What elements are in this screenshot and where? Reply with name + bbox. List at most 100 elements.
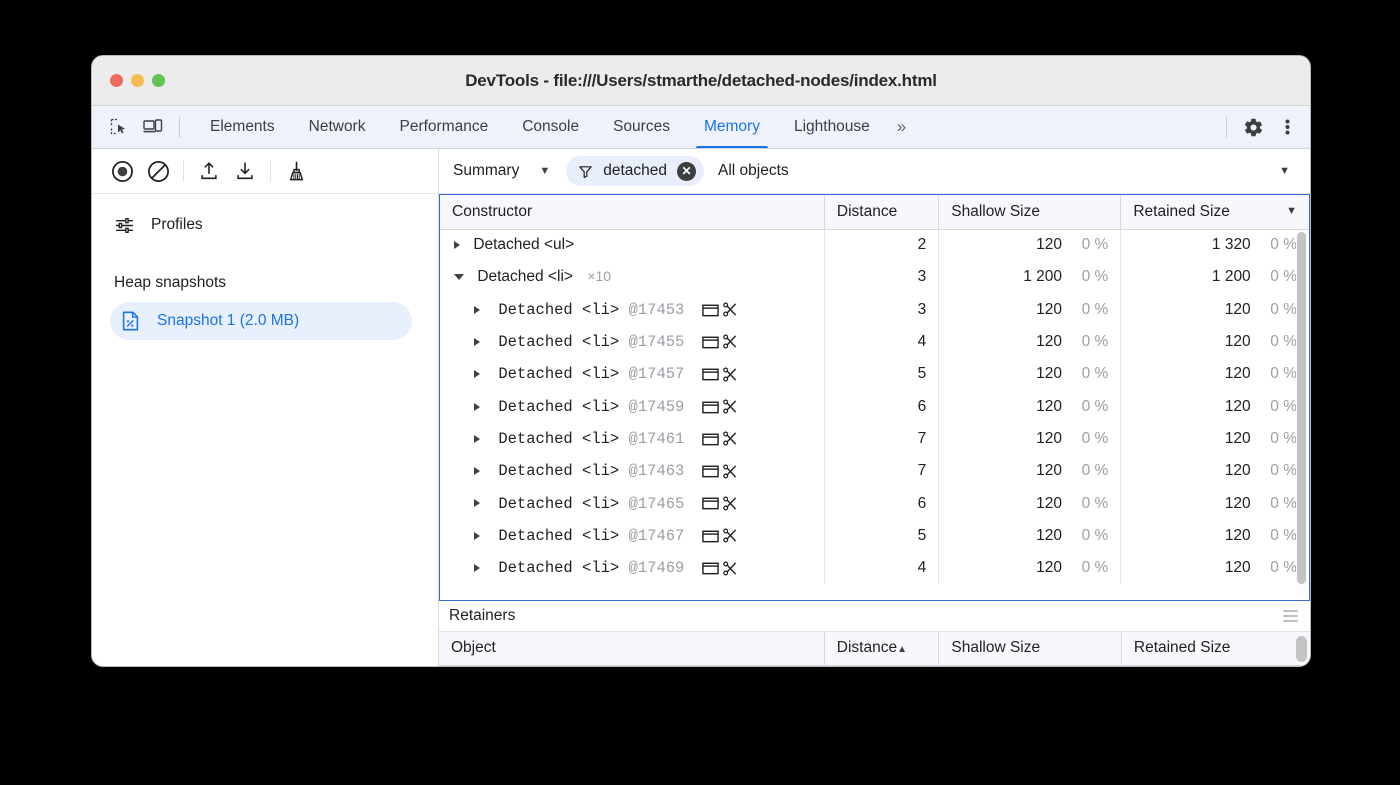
clear-icon[interactable] <box>140 155 176 187</box>
snapshot-list-item[interactable]: Snapshot 1 (2.0 MB) <box>110 302 412 340</box>
table-row[interactable]: Detached <li> @17459 6 120 <box>440 390 1309 422</box>
expand-triangle-icon[interactable] <box>454 241 460 249</box>
cell-constructor[interactable]: Detached <li> @17467 <box>440 520 824 552</box>
column-header-retained-size-label: Retained Size <box>1133 203 1230 220</box>
objects-select[interactable]: All objects ▼ <box>704 162 1302 180</box>
device-toolbar-icon[interactable] <box>136 112 170 142</box>
retained-value: 120 <box>1195 495 1251 513</box>
expand-triangle-icon[interactable] <box>474 338 480 346</box>
table-row[interactable]: Detached <li> @17453 3 120 <box>440 294 1309 326</box>
upload-icon[interactable] <box>191 155 227 187</box>
cell-constructor[interactable]: Detached <li> @17455 <box>440 326 824 358</box>
tab-console[interactable]: Console <box>505 106 596 148</box>
retained-percent: 0 % <box>1255 559 1297 577</box>
tab-memory[interactable]: Memory <box>687 106 777 148</box>
retainers-menu-icon[interactable] <box>1283 610 1298 622</box>
expand-triangle-icon[interactable] <box>474 532 480 540</box>
cell-shallow-size: 120 0 % <box>939 229 1121 261</box>
expand-triangle-icon[interactable] <box>474 306 480 314</box>
retained-percent: 0 % <box>1255 398 1297 416</box>
cell-constructor[interactable]: Detached <li> @17463 <box>440 455 824 487</box>
table-row[interactable]: Detached <li> @17469 4 120 <box>440 552 1309 584</box>
expand-triangle-icon[interactable] <box>474 499 480 507</box>
shallow-value: 1 200 <box>1006 268 1062 286</box>
memory-filter-toolbar: Summary ▼ detached ✕ All objects ▼ <box>439 149 1310 194</box>
expand-triangle-icon[interactable] <box>474 467 480 475</box>
inspect-element-icon[interactable] <box>102 112 136 142</box>
clear-filter-icon[interactable]: ✕ <box>677 162 696 181</box>
grid-vertical-scrollbar[interactable] <box>1296 230 1307 597</box>
collect-garbage-broom-icon[interactable] <box>278 155 314 187</box>
shallow-value: 120 <box>1006 430 1062 448</box>
cell-distance: 2 <box>824 229 938 261</box>
column-header-object[interactable]: Object <box>439 632 824 666</box>
column-header-ret-distance[interactable]: Distance▲ <box>824 632 939 666</box>
table-row[interactable]: Detached <li> @17465 6 120 <box>440 487 1309 519</box>
retainers-scrollbar-thumb[interactable] <box>1296 636 1307 662</box>
cell-constructor[interactable]: Detached <li> @17453 <box>440 294 824 326</box>
table-row[interactable]: Detached <li> ×10 3 1 200 0 % 1 200 <box>440 261 1309 293</box>
table-row[interactable]: Detached <li> @17467 5 120 <box>440 520 1309 552</box>
cell-shallow-size: 120 0 % <box>939 390 1121 422</box>
column-header-retained-size[interactable]: Retained Size ▼ <box>1121 195 1309 229</box>
filter-chip[interactable]: detached ✕ <box>566 156 704 186</box>
table-row[interactable]: Detached <li> @17455 4 120 <box>440 326 1309 358</box>
cell-distance: 7 <box>824 455 938 487</box>
node-badges <box>702 561 738 576</box>
cell-retained-size: 120 0 % <box>1121 294 1309 326</box>
tab-elements[interactable]: Elements <box>193 106 292 148</box>
table-row[interactable]: Detached <li> @17461 7 120 <box>440 423 1309 455</box>
expand-triangle-icon[interactable] <box>474 370 480 378</box>
view-select[interactable]: Summary ▼ <box>443 156 558 186</box>
cell-constructor[interactable]: Detached <li> @17469 <box>440 552 824 584</box>
table-row[interactable]: Detached <li> @17457 5 120 <box>440 358 1309 390</box>
cell-constructor[interactable]: Detached <li> ×10 <box>440 261 824 293</box>
cell-constructor[interactable]: Detached <li> @17461 <box>440 423 824 455</box>
column-header-ret-retained-size[interactable]: Retained Size <box>1121 632 1310 666</box>
maximize-window-button[interactable] <box>152 74 165 87</box>
tab-performance[interactable]: Performance <box>382 106 505 148</box>
cell-constructor[interactable]: Detached <li> @17465 <box>440 487 824 519</box>
reveal-in-elements-icon <box>702 400 719 414</box>
cell-distance: 5 <box>824 358 938 390</box>
column-header-constructor[interactable]: Constructor <box>440 195 824 229</box>
reveal-in-elements-icon <box>702 335 719 349</box>
more-tabs-icon[interactable]: » <box>887 106 916 148</box>
kebab-menu-icon[interactable] <box>1270 112 1304 142</box>
constructor-name: Detached <li> <box>498 462 619 480</box>
memory-left-column: Profiles Heap snapshots Snapshot 1 (2.0 <box>92 149 439 666</box>
tab-sources[interactable]: Sources <box>596 106 687 148</box>
cell-distance: 3 <box>824 261 938 293</box>
tab-lighthouse[interactable]: Lighthouse <box>777 106 887 148</box>
cell-shallow-size: 120 0 % <box>939 455 1121 487</box>
column-header-ret-shallow-size[interactable]: Shallow Size <box>939 632 1122 666</box>
cell-constructor[interactable]: Detached <ul> <box>440 229 824 261</box>
expand-triangle-icon[interactable] <box>474 564 480 572</box>
close-window-button[interactable] <box>110 74 123 87</box>
shallow-percent: 0 % <box>1066 527 1108 545</box>
object-id: @17453 <box>629 301 685 319</box>
scrollbar-thumb[interactable] <box>1297 232 1306 584</box>
column-header-distance[interactable]: Distance <box>824 195 938 229</box>
cell-constructor[interactable]: Detached <li> @17457 <box>440 358 824 390</box>
node-badges <box>702 431 738 446</box>
sidebar-item-profiles[interactable]: Profiles <box>92 206 438 244</box>
object-id: @17467 <box>629 527 685 545</box>
reveal-in-elements-icon <box>702 496 719 510</box>
gear-icon[interactable] <box>1236 112 1270 142</box>
cell-distance: 6 <box>824 390 938 422</box>
collapse-triangle-icon[interactable] <box>454 274 464 280</box>
column-header-shallow-size[interactable]: Shallow Size <box>939 195 1121 229</box>
table-row[interactable]: Detached <li> @17463 7 120 <box>440 455 1309 487</box>
toolbar-divider <box>183 160 184 182</box>
object-id: @17465 <box>629 495 685 513</box>
table-row[interactable]: Detached <ul> 2 120 0 % 1 320 0 % <box>440 229 1309 261</box>
cell-constructor[interactable]: Detached <li> @17459 <box>440 390 824 422</box>
expand-triangle-icon[interactable] <box>474 403 480 411</box>
expand-triangle-icon[interactable] <box>474 435 480 443</box>
record-icon[interactable] <box>104 155 140 187</box>
tab-network[interactable]: Network <box>292 106 383 148</box>
download-icon[interactable] <box>227 155 263 187</box>
retained-value: 1 200 <box>1195 268 1251 286</box>
minimize-window-button[interactable] <box>131 74 144 87</box>
